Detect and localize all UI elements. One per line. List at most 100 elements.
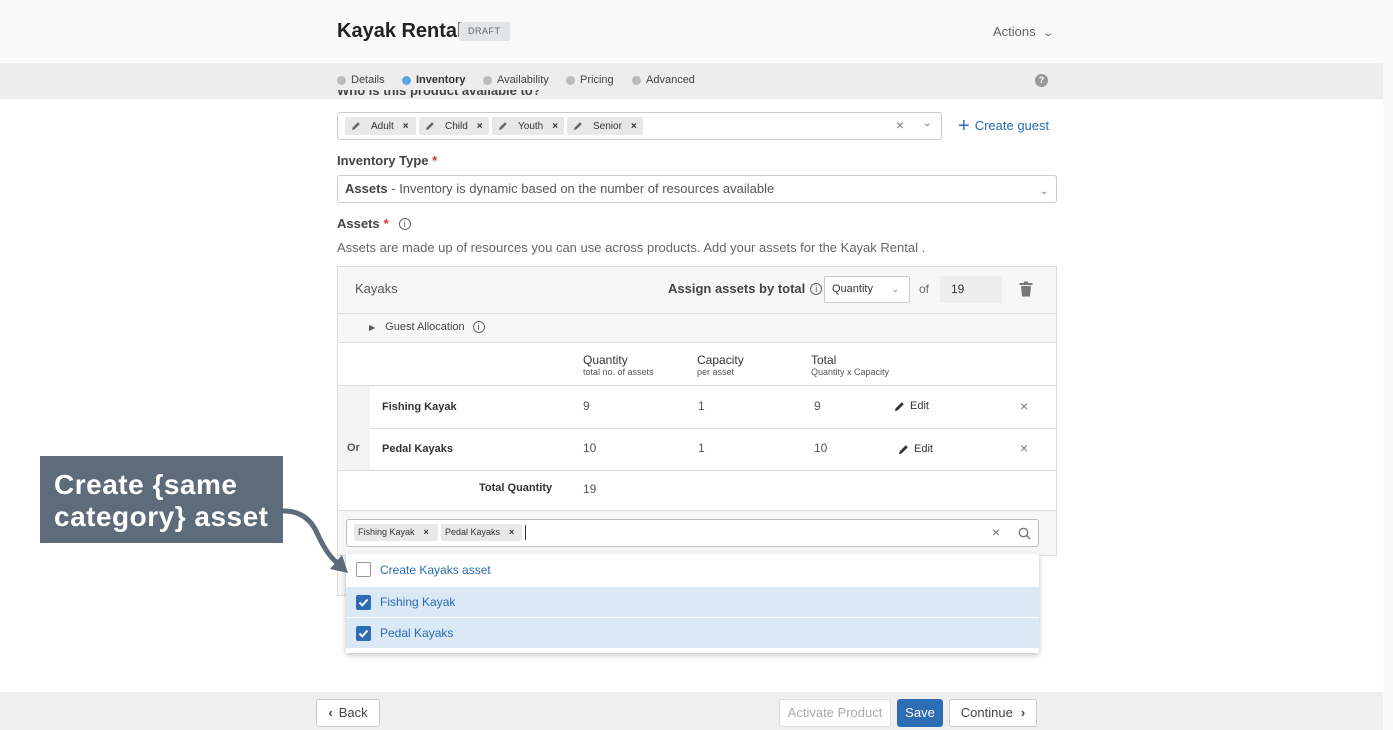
step-dot-icon <box>566 75 575 85</box>
remove-chip-icon[interactable]: × <box>631 121 637 132</box>
chip-label: Child <box>445 120 468 132</box>
inventory-type-select[interactable]: Assets - Inventory is dynamic based on t… <box>337 175 1057 203</box>
total-quantity-value: 19 <box>583 482 597 496</box>
arrow-icon <box>281 508 348 573</box>
remove-chip-icon[interactable]: × <box>509 527 514 537</box>
guest-chip-adult: Adult × <box>345 117 416 135</box>
pencil-icon <box>574 122 582 130</box>
guests-label: Who is this product available to? <box>337 90 541 98</box>
checkbox[interactable] <box>356 562 371 577</box>
create-guest-link[interactable]: + Create guest <box>958 114 1050 137</box>
row-quantity: 10 <box>583 441 597 455</box>
actions-label: Actions <box>993 24 1036 39</box>
continue-button[interactable]: Continue › <box>949 699 1037 727</box>
chip-label: Senior <box>593 120 622 132</box>
pencil-icon <box>352 122 360 130</box>
remove-chip-icon[interactable]: × <box>403 121 409 132</box>
guest-chip-child: Child × <box>419 117 489 135</box>
step-label: Details <box>351 74 385 86</box>
pencil-icon <box>426 122 434 130</box>
pencil-icon <box>898 444 908 454</box>
remove-chip-icon[interactable]: × <box>424 527 429 537</box>
step-pricing[interactable]: Pricing <box>566 74 614 86</box>
row-total: 10 <box>814 441 828 455</box>
row-quantity: 9 <box>583 399 590 413</box>
divider <box>338 470 1056 471</box>
remove-chip-icon[interactable]: × <box>552 121 558 132</box>
pencil-icon <box>499 122 507 130</box>
page-title: Kayak Rental <box>337 20 463 42</box>
remove-chip-icon[interactable]: × <box>477 121 483 132</box>
chevron-down-icon[interactable]: ⌄ <box>923 118 931 129</box>
back-button[interactable]: ‹ Back <box>316 699 380 727</box>
text-cursor <box>525 525 526 540</box>
edit-button[interactable]: Edit <box>894 400 929 412</box>
step-inventory[interactable]: Inventory <box>402 74 466 86</box>
column-header-capacity: Capacity per asset <box>697 353 744 377</box>
chevron-right-icon: › <box>1020 705 1026 720</box>
search-icon[interactable] <box>1018 527 1031 540</box>
create-guest-label: Create guest <box>974 118 1050 133</box>
chevron-down-icon: ⌄ <box>1040 186 1049 197</box>
option-pedal-kayaks[interactable]: Pedal Kayaks <box>346 617 1039 648</box>
chevron-down-icon: ⌄ <box>891 284 899 294</box>
assign-mode-select[interactable]: Quantity ⌄ <box>824 276 910 303</box>
actions-menu[interactable]: Actions ⌄ <box>993 24 1054 39</box>
remove-row-icon[interactable]: × <box>1020 398 1028 414</box>
step-label: Availability <box>497 74 549 86</box>
option-label: Create Kayaks asset <box>380 562 491 577</box>
checkbox-checked[interactable] <box>356 594 371 610</box>
asset-chip-pedal-kayaks: Pedal Kayaks × <box>441 524 522 541</box>
asset-group-name: Kayaks <box>355 281 398 296</box>
clear-icon[interactable]: × <box>896 117 904 133</box>
assets-label: Assets * i <box>337 216 411 231</box>
of-label: of <box>919 282 930 296</box>
assets-description: Assets are made up of resources you can … <box>337 240 926 255</box>
or-label: Or <box>347 442 360 454</box>
step-dot-icon <box>402 75 411 85</box>
info-icon[interactable]: i <box>810 282 823 295</box>
total-quantity-label: Total Quantity <box>479 482 553 494</box>
row-capacity: 1 <box>698 399 705 413</box>
divider <box>338 313 1056 314</box>
checkmark-icon <box>358 598 369 607</box>
step-dot-icon <box>337 75 346 85</box>
remove-row-icon[interactable]: × <box>1020 440 1028 456</box>
info-icon[interactable]: i <box>472 321 485 333</box>
option-fishing-kayak[interactable]: Fishing Kayak <box>346 586 1039 617</box>
guest-chip-youth: Youth × <box>492 117 564 135</box>
step-dot-icon <box>632 75 641 85</box>
status-badge: DRAFT <box>459 22 510 41</box>
plus-icon: + <box>958 114 970 137</box>
guest-allocation-label: Guest Allocation <box>385 321 465 333</box>
save-button[interactable]: Save <box>897 699 943 727</box>
clear-icon[interactable]: × <box>992 524 1000 540</box>
chevron-down-icon: ⌄ <box>1041 28 1054 39</box>
step-availability[interactable]: Availability <box>483 74 549 86</box>
trash-icon[interactable] <box>1018 281 1034 297</box>
option-create-asset[interactable]: Create Kayaks asset <box>346 554 1039 585</box>
annotation-callout: Create {same category} asset <box>40 456 283 543</box>
chip-label: Youth <box>518 120 544 132</box>
guest-allocation-toggle[interactable]: ▶ Guest Allocation i <box>369 321 485 333</box>
step-label: Advanced <box>646 74 695 86</box>
chip-label: Adult <box>371 120 394 132</box>
total-assets-input[interactable]: 19 <box>940 276 1002 303</box>
column-header-total: Total Quantity x Capacity <box>811 353 890 377</box>
inventory-type-label: Inventory Type * <box>337 153 438 168</box>
activate-product-button[interactable]: Activate Product <box>779 699 891 727</box>
step-advanced[interactable]: Advanced <box>632 74 695 86</box>
edit-button[interactable]: Edit <box>898 443 933 455</box>
checkbox-checked[interactable] <box>356 625 371 641</box>
help-icon[interactable]: ? <box>1035 74 1048 87</box>
divider <box>338 385 1056 386</box>
scrollbar[interactable] <box>1383 63 1393 730</box>
info-icon[interactable]: i <box>398 217 411 230</box>
or-column <box>338 386 370 471</box>
step-dot-icon <box>483 75 492 85</box>
row-capacity: 1 <box>698 441 705 455</box>
step-details[interactable]: Details <box>337 74 385 86</box>
asset-chip-fishing-kayak: Fishing Kayak × <box>354 524 438 541</box>
divider <box>370 428 1056 429</box>
assign-assets-label: Assign assets by total i <box>668 281 823 296</box>
